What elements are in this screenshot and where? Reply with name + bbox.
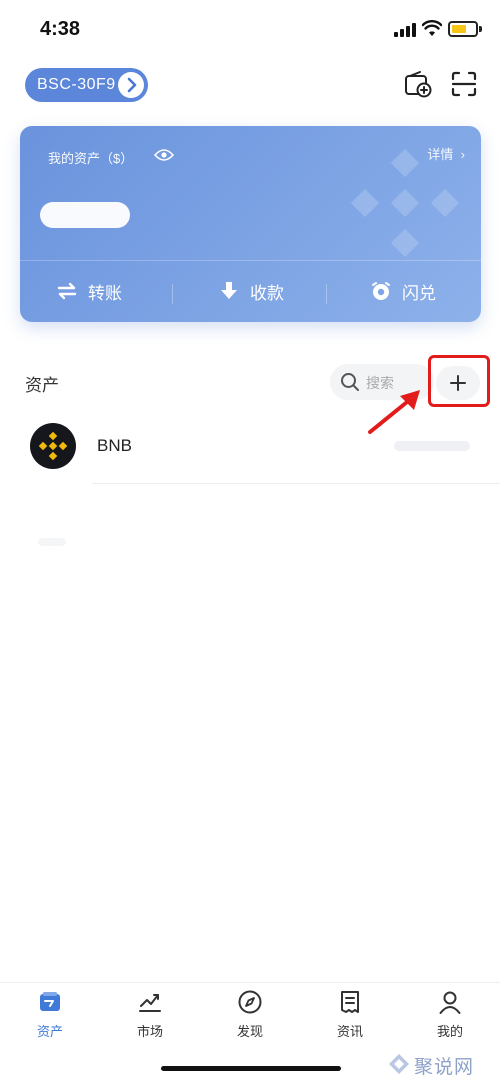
- swap-label: 闪兑: [402, 283, 436, 303]
- network-selector-button[interactable]: BSC-30F9: [25, 68, 148, 102]
- bnb-watermark-icon: [350, 148, 460, 258]
- receive-button[interactable]: 收款: [218, 276, 284, 306]
- hidden-balance: [40, 202, 130, 228]
- network-label: BSC-30F9: [37, 76, 116, 93]
- user-icon: [439, 991, 461, 1014]
- details-link[interactable]: 详情 ›: [427, 144, 465, 163]
- swap-icon: [372, 282, 390, 300]
- home-indicator: [161, 1066, 341, 1071]
- faint-placeholder: [38, 538, 66, 546]
- hidden-token-amount: [394, 441, 470, 451]
- news-icon: [341, 991, 359, 1013]
- transfer-button[interactable]: 转账: [56, 276, 122, 306]
- chevron-right-icon: [117, 72, 144, 98]
- chart-icon: [139, 994, 161, 1012]
- receive-label: 收款: [250, 283, 284, 303]
- compass-icon: [238, 990, 262, 1014]
- watermark-text: 聚说网: [414, 1056, 475, 1078]
- nav-label: 发现: [236, 1024, 263, 1039]
- nav-item-market[interactable]: 市场: [120, 989, 180, 1049]
- diamond-logo-icon: [389, 1054, 409, 1074]
- token-row[interactable]: BNB: [0, 418, 500, 484]
- nav-item-news[interactable]: 资讯: [320, 989, 380, 1049]
- transfer-icon: [57, 282, 77, 300]
- nav-label: 市场: [136, 1024, 163, 1039]
- site-watermark: 聚说网: [384, 1050, 496, 1078]
- nav-label: 资产: [36, 1024, 63, 1039]
- nav-item-profile[interactable]: 我的: [420, 989, 480, 1049]
- chevron-right-icon: ›: [457, 147, 465, 162]
- action-separator: [326, 284, 327, 304]
- battery-cap: [479, 26, 482, 32]
- search-icon: [341, 373, 359, 391]
- scan-icon[interactable]: [450, 70, 478, 98]
- action-separator: [172, 284, 173, 304]
- bnb-logo-icon: [30, 423, 76, 469]
- swap-button[interactable]: 闪兑: [370, 276, 436, 306]
- nav-item-discover[interactable]: 发现: [220, 989, 280, 1049]
- nav-item-assets[interactable]: 资产: [20, 989, 80, 1049]
- add-wallet-icon[interactable]: [404, 70, 432, 98]
- nav-label: 我的: [436, 1024, 463, 1039]
- nav-label: 资讯: [336, 1024, 363, 1039]
- total-assets-label: 我的资产（$）: [48, 151, 134, 166]
- row-divider: [92, 483, 500, 484]
- details-link-label: 详情: [427, 147, 454, 162]
- status-time: 4:38: [40, 18, 81, 40]
- token-symbol: BNB: [97, 436, 132, 455]
- card-divider: [20, 260, 481, 261]
- cellular-signal-icon: [394, 23, 418, 37]
- annotation-highlight-box: [428, 355, 490, 407]
- wallet-icon: [40, 992, 60, 1011]
- eye-icon[interactable]: [154, 148, 174, 162]
- wifi-icon: [422, 20, 442, 36]
- status-bar: 4:38: [0, 0, 500, 60]
- battery-icon: [448, 21, 478, 37]
- download-icon: [221, 282, 237, 299]
- transfer-label: 转账: [88, 283, 122, 303]
- asset-summary-card: 我的资产（$） 详情 › 转账 收款 闪兑: [20, 126, 481, 322]
- assets-section-title: 资产: [25, 376, 59, 395]
